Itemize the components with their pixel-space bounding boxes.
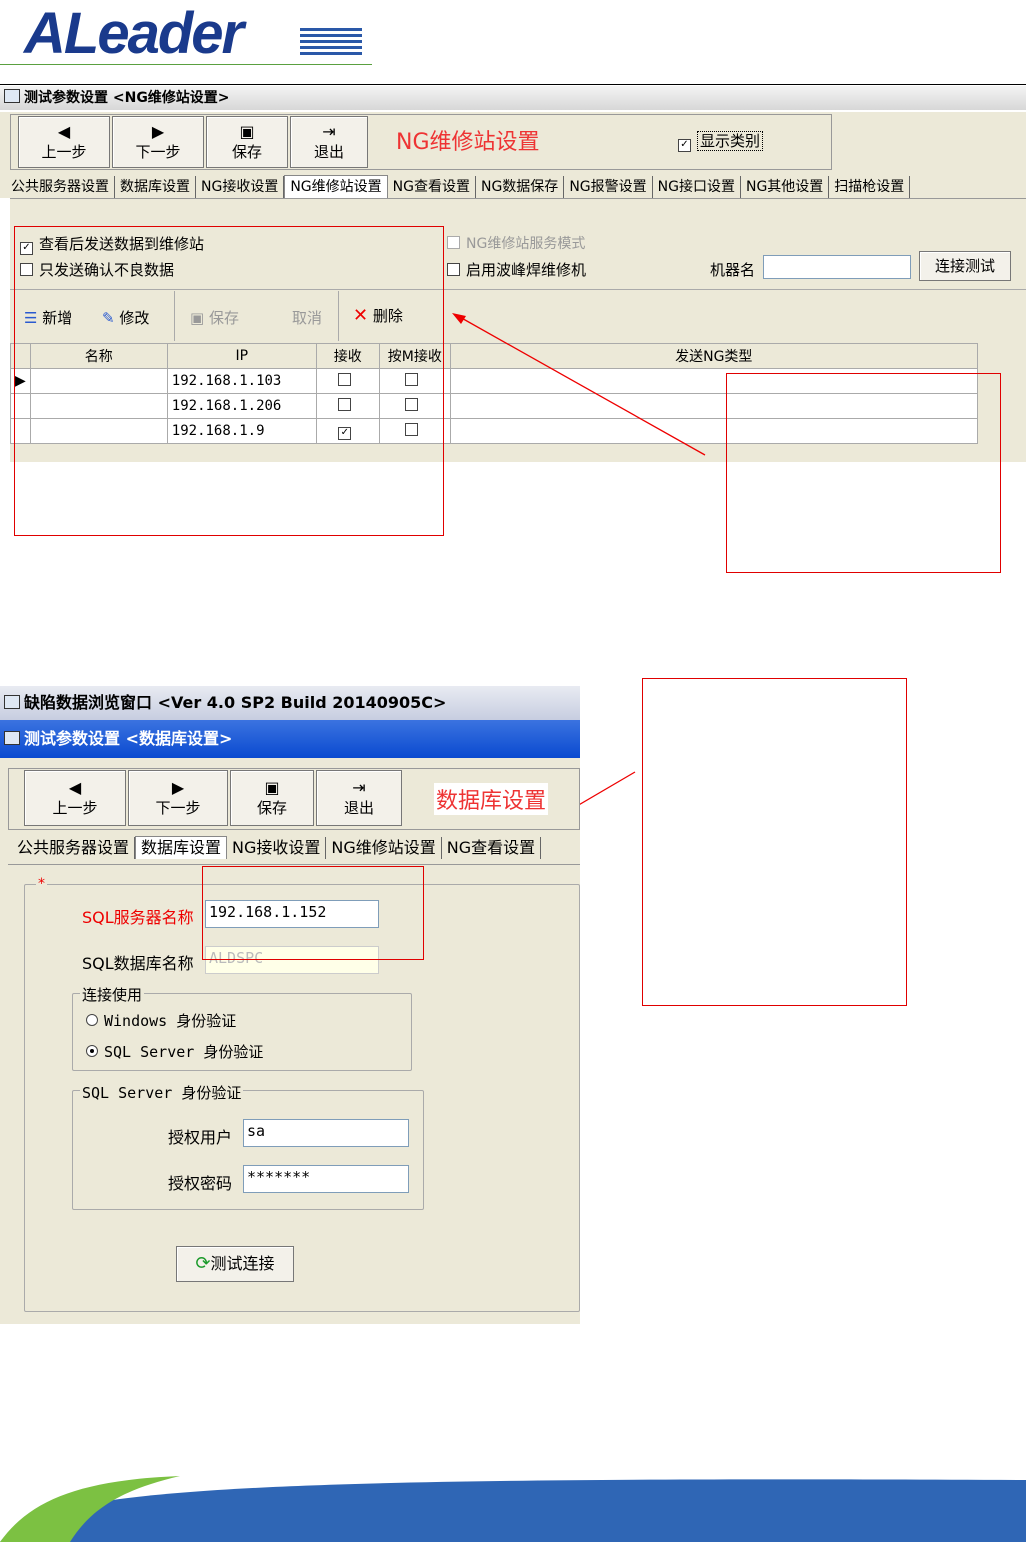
exit-button[interactable]: ⇥ 退出 [316, 770, 402, 826]
screenshot-database-settings: 缺陷数据浏览窗口 <Ver 4.0 SP2 Build 20140905C> 测… [0, 686, 580, 1324]
tab-database[interactable]: 数据库设置 [135, 836, 228, 859]
window-title: 测试参数设置 <数据库设置> [24, 729, 233, 748]
refresh-icon: ⟳ [195, 1253, 211, 1274]
annotation-highlight-box [202, 866, 424, 960]
tab-common-server[interactable]: 公共服务器设置 [12, 837, 136, 859]
save-button[interactable]: ▣ 保存 [230, 770, 314, 826]
app-icon [4, 731, 20, 745]
radio-off-icon [86, 1014, 98, 1026]
annotation-callout-box [642, 678, 907, 1006]
prev-step-button[interactable]: ◀ 上一步 [24, 770, 126, 826]
sql-auth-radio[interactable]: SQL Server 身份验证 [86, 1041, 263, 1062]
user-label: 授权用户 [168, 1128, 233, 1147]
test-connection-button[interactable]: ⟳测试连接 [176, 1246, 294, 1282]
user-input[interactable]: sa [243, 1119, 409, 1147]
windows-auth-radio[interactable]: Windows 身份验证 [86, 1010, 236, 1031]
connect-using-legend: 连接使用 [80, 984, 145, 1005]
password-label: 授权密码 [168, 1174, 233, 1193]
sql-auth-legend: SQL Server 身份验证 [80, 1082, 244, 1103]
app-title: 缺陷数据浏览窗口 <Ver 4.0 SP2 Build 20140905C> [24, 693, 447, 712]
required-mark: * [36, 876, 47, 892]
password-input[interactable]: ******* [243, 1165, 409, 1193]
tab-ng-receive[interactable]: NG接收设置 [227, 837, 327, 859]
section-heading: 数据库设置 [434, 783, 549, 815]
footer-swoosh-graphic [0, 1476, 1026, 1542]
window-title-bar: 测试参数设置 <数据库设置> [0, 720, 580, 758]
arrow-right-icon: ▶ [171, 778, 185, 797]
exit-door-icon: ⇥ [352, 778, 366, 797]
sql-server-label: SQL服务器名称 [82, 908, 194, 927]
sql-db-label: SQL数据库名称 [82, 954, 194, 973]
tab-ng-view[interactable]: NG查看设置 [442, 837, 542, 859]
arrow-left-icon: ◀ [68, 778, 82, 797]
tab-strip: 公共服务器设置 数据库设置 NG接收设置 NG维修站设置 NG查看设置 [12, 836, 580, 864]
next-step-button[interactable]: ▶ 下一步 [128, 770, 228, 826]
tab-ng-repair-station[interactable]: NG维修站设置 [326, 837, 442, 859]
radio-on-icon [86, 1045, 98, 1057]
app-icon [4, 695, 20, 709]
app-title-bar: 缺陷数据浏览窗口 <Ver 4.0 SP2 Build 20140905C> [0, 686, 580, 720]
floppy-disk-icon: ▣ [264, 778, 280, 797]
